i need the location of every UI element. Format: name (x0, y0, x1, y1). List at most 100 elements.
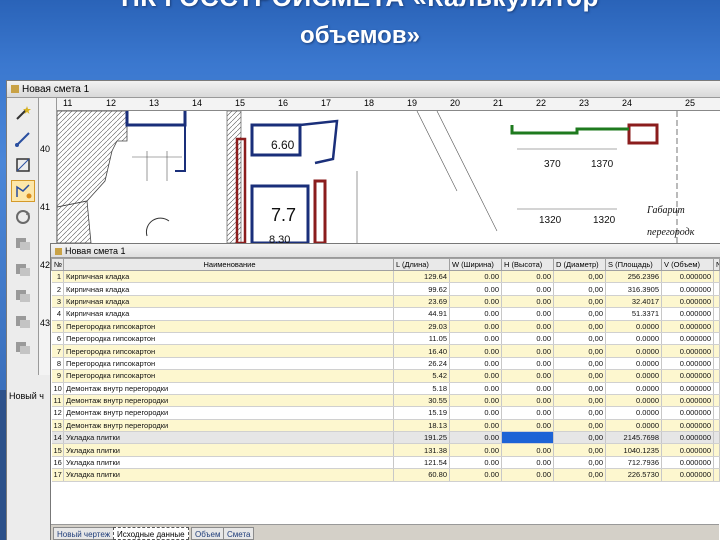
table-cell-l[interactable]: 5.42 (393, 369, 450, 383)
table-cell-s[interactable]: 2145.7698 (605, 431, 662, 445)
table-cell-s[interactable]: 0.0000 (605, 406, 662, 420)
layer-tool-5[interactable] (11, 336, 35, 358)
table-cell-d[interactable]: 0,00 (553, 357, 606, 371)
table-cell-h[interactable]: 0.00 (501, 468, 554, 482)
table-cell-h[interactable]: 0.00 (501, 270, 554, 284)
table-cell-w[interactable]: 0.00 (449, 320, 502, 333)
table-cell-d[interactable]: 0,00 (553, 382, 606, 395)
table-cell-n[interactable]: 4 (51, 307, 64, 321)
table-cell-name[interactable]: Укладка плитки (63, 456, 394, 470)
table-cell-name[interactable]: Демонтаж внутр перегородки (63, 419, 394, 433)
table-cell-name[interactable]: Перегородка гипсокартон (63, 320, 394, 333)
table-window-titlebar[interactable]: Новая смета 1 (51, 244, 720, 258)
table-cell-l[interactable]: 29.03 (393, 320, 450, 333)
table-cell-w[interactable]: 0.00 (449, 344, 502, 358)
table-cell-d[interactable]: 0,00 (553, 369, 606, 383)
table-cell-s[interactable]: 0.0000 (605, 320, 662, 333)
line-tool[interactable] (11, 128, 35, 150)
table-row[interactable]: 2 Кирпичная кладка 99.62 0.00 0.00 0,00 316.39… (51, 282, 720, 296)
table-cell-h[interactable]: 0.00 (501, 431, 554, 445)
table-cell-n[interactable]: 7 (51, 344, 64, 358)
table-cell-s[interactable]: 0.0000 (605, 382, 662, 395)
table-cell-d[interactable]: 0,00 (553, 456, 606, 470)
table-cell-d[interactable]: 0,00 (553, 406, 606, 420)
table-cell-s[interactable]: 32.4017 (605, 295, 662, 309)
table-cell-name[interactable]: Демонтаж внутр перегородки (63, 406, 394, 420)
table-cell-n[interactable]: 9 (51, 369, 64, 383)
table-cell-w[interactable]: 0.00 (449, 419, 502, 433)
table-cell-d[interactable]: 0,00 (553, 282, 606, 296)
table-cell-w[interactable]: 0.00 (449, 431, 502, 445)
table-row[interactable]: 11 Демонтаж внутр перегородки 30.55 0.00 0.0… (51, 394, 720, 408)
table-row[interactable]: 3 Кирпичная кладка 23.69 0.00 0.00 0,00 32.401… (51, 295, 720, 309)
table-cell-v[interactable]: 0.000000 (661, 394, 714, 408)
table-cell-w[interactable]: 0.00 (449, 295, 502, 309)
table-row[interactable]: 17 Укладка плитки 60.80 0.00 0.00 0,00 226.573… (51, 468, 720, 482)
table-cell-n[interactable]: 6 (51, 332, 64, 346)
table-cell-v[interactable]: 0.000000 (661, 468, 714, 482)
table-row[interactable]: 15 Укладка плитки 131.38 0.00 0.00 0,00 1040.1… (51, 443, 720, 457)
table-row[interactable]: 13 Демонтаж внутр перегородки 18.13 0.00 0.0… (51, 419, 720, 433)
table-cell-v[interactable]: 0.000000 (661, 344, 714, 358)
column-header[interactable]: H (Высота) (501, 258, 554, 271)
table-cell-name[interactable]: Кирпичная кладка (63, 270, 394, 284)
table-cell-s[interactable]: 1040.1235 (605, 443, 662, 457)
table-cell-s[interactable]: 256.2396 (605, 270, 662, 284)
column-header[interactable]: N (713, 258, 720, 271)
table-cell-name[interactable]: Укладка плитки (63, 468, 394, 482)
table-cell-name[interactable]: Кирпичная кладка (63, 282, 394, 296)
table-cell-name[interactable]: Перегородка гипсокартон (63, 344, 394, 358)
table-cell-d[interactable]: 0,00 (553, 270, 606, 284)
table-row[interactable]: 8 Перегородка гипсокартон 26.24 0.00 0.00 0,0… (51, 357, 720, 371)
table-cell-w[interactable]: 0.00 (449, 307, 502, 321)
rectangle-tool[interactable] (11, 154, 35, 176)
table-cell-l[interactable]: 26.24 (393, 357, 450, 371)
table-cell-h[interactable]: 0.00 (501, 344, 554, 358)
table-cell-w[interactable]: 0.00 (449, 468, 502, 482)
table-cell-n[interactable]: 16 (51, 456, 64, 470)
table-cell-s[interactable]: 0.0000 (605, 419, 662, 433)
table-cell-w[interactable]: 0.00 (449, 357, 502, 371)
tab-source-data[interactable]: Исходные данные (113, 527, 189, 540)
table-cell-d[interactable]: 0,00 (553, 394, 606, 408)
table-cell-v[interactable]: 0.000000 (661, 443, 714, 457)
column-header[interactable]: Наименование (63, 258, 394, 271)
table-cell-l[interactable]: 15.19 (393, 406, 450, 420)
table-cell-w[interactable]: 0.00 (449, 394, 502, 408)
table-cell-l[interactable]: 60.80 (393, 468, 450, 482)
table-cell-v[interactable]: 0.000000 (661, 369, 714, 383)
table-row[interactable]: 14 Укладка плитки 191.25 0.00 0.00 0,00 2145.7… (51, 431, 720, 445)
table-cell-v[interactable]: 0.000000 (661, 282, 714, 296)
table-cell-w[interactable]: 0.00 (449, 406, 502, 420)
column-header[interactable]: L (Длина) (393, 258, 450, 271)
table-cell-s[interactable]: 0.0000 (605, 369, 662, 383)
table-cell-name[interactable]: Перегородка гипсокартон (63, 332, 394, 346)
table-cell-s[interactable]: 0.0000 (605, 394, 662, 408)
table-cell-l[interactable]: 18.13 (393, 419, 450, 433)
layer-tool-3[interactable] (11, 284, 35, 306)
table-row[interactable]: 4 Кирпичная кладка 44.91 0.00 0.00 0,00 51.337… (51, 307, 720, 321)
table-row[interactable]: 12 Демонтаж внутр перегородки 15.19 0.00 0.0… (51, 406, 720, 420)
table-cell-n[interactable]: 13 (51, 419, 64, 433)
layer-tool-1[interactable] (11, 232, 35, 254)
magic-wand-tool[interactable] (11, 102, 35, 124)
table-cell-n[interactable]: 15 (51, 443, 64, 457)
table-cell-l[interactable]: 191.25 (393, 431, 450, 445)
table-cell-w[interactable]: 0.00 (449, 456, 502, 470)
table-cell-v[interactable]: 0.000000 (661, 406, 714, 420)
table-cell-v[interactable]: 0.000000 (661, 456, 714, 470)
table-cell-name[interactable]: Кирпичная кладка (63, 295, 394, 309)
table-cell-n[interactable]: 8 (51, 357, 64, 371)
tab-new-drawing[interactable]: Новый чертеж (53, 527, 115, 540)
column-header[interactable]: W (Ширина) (449, 258, 502, 271)
table-cell-n[interactable]: 1 (51, 270, 64, 284)
column-header[interactable]: D (Диаметр) (553, 258, 606, 271)
table-cell-v[interactable]: 0.000000 (661, 270, 714, 284)
tab-estimate[interactable]: Смета (223, 527, 255, 540)
table-row[interactable]: 16 Укладка плитки 121.54 0.00 0.00 0,00 712.79… (51, 456, 720, 470)
table-cell-d[interactable]: 0,00 (553, 468, 606, 482)
table-cell-d[interactable]: 0,00 (553, 307, 606, 321)
table-cell-h[interactable]: 0.00 (501, 443, 554, 457)
table-cell-n[interactable]: 3 (51, 295, 64, 309)
table-cell-d[interactable]: 0,00 (553, 419, 606, 433)
